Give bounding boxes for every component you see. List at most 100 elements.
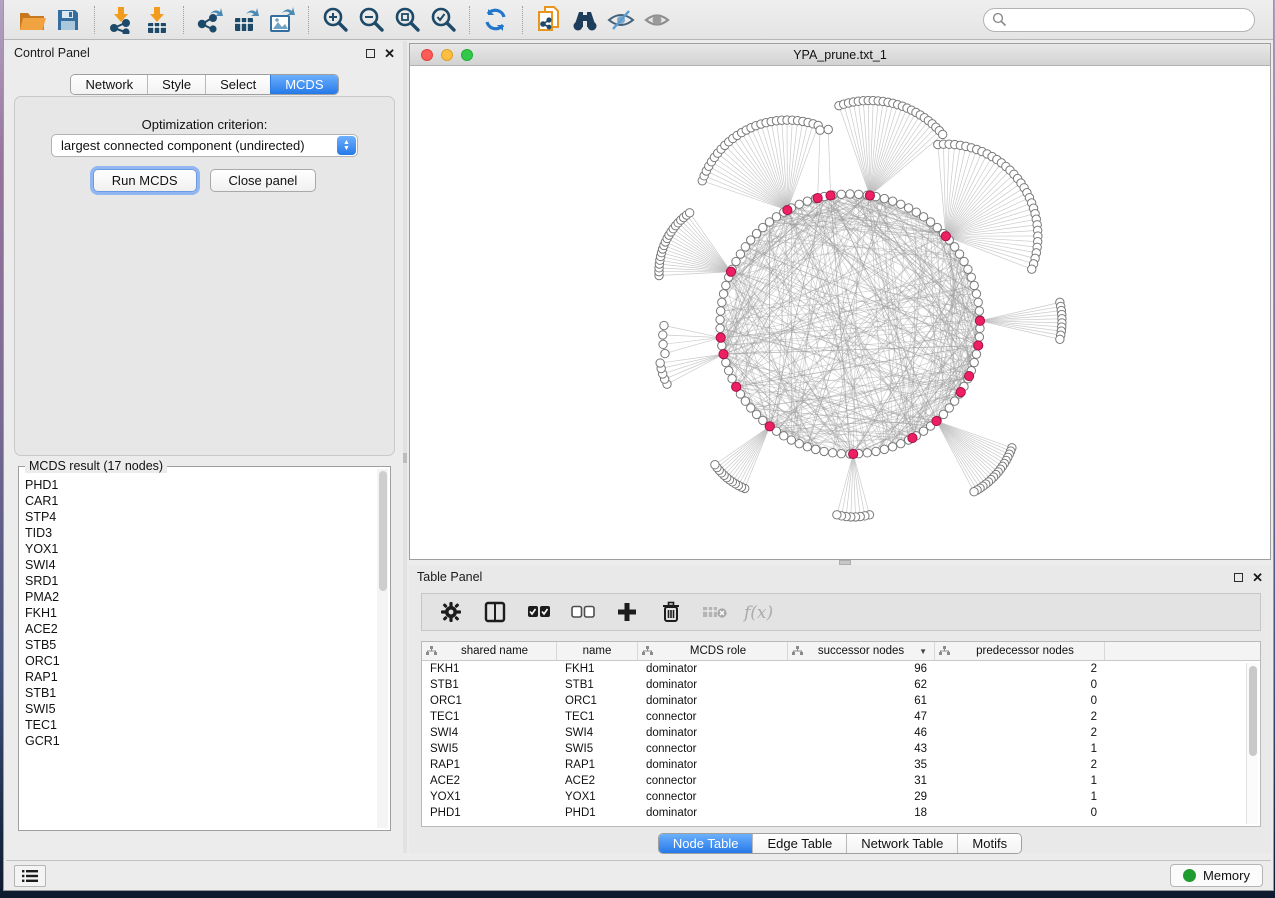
- tab-select[interactable]: Select: [205, 75, 270, 94]
- mcds-result-item[interactable]: ORC1: [25, 653, 376, 669]
- deselect-all-columns-button[interactable]: [566, 598, 600, 626]
- network-canvas[interactable]: [410, 66, 1270, 559]
- table-settings-button[interactable]: [434, 598, 468, 626]
- mcds-result-item[interactable]: ACE2: [25, 621, 376, 637]
- show-all-button[interactable]: [639, 4, 675, 36]
- function-builder-button-disabled: f(x): [742, 598, 776, 626]
- hide-selected-button[interactable]: [603, 4, 639, 36]
- save-session-button[interactable]: [50, 4, 86, 36]
- zoom-in-button[interactable]: [317, 4, 353, 36]
- memory-button[interactable]: Memory: [1170, 864, 1263, 887]
- cell-name: YOX1: [557, 791, 638, 803]
- mcds-result-item[interactable]: YOX1: [25, 541, 376, 557]
- delete-column-button[interactable]: [654, 598, 688, 626]
- import-network-button[interactable]: [103, 4, 139, 36]
- control-panel: Control Panel ✕ NetworkStyleSelectMCDS O…: [6, 41, 403, 853]
- mcds-result-item[interactable]: TEC1: [25, 717, 376, 733]
- mcds-result-item[interactable]: SWI4: [25, 557, 376, 573]
- tab-style[interactable]: Style: [147, 75, 205, 94]
- main-toolbar: [4, 0, 1273, 40]
- search-box[interactable]: [983, 8, 1255, 32]
- mcds-result-item[interactable]: STB5: [25, 637, 376, 653]
- column-header-successor-nodes[interactable]: successor nodes▼: [788, 642, 935, 660]
- import-table-button[interactable]: [139, 4, 175, 36]
- export-table-button[interactable]: [228, 4, 264, 36]
- mcds-result-item[interactable]: FKH1: [25, 605, 376, 621]
- zoom-out-button[interactable]: [353, 4, 389, 36]
- task-history-button[interactable]: [14, 865, 46, 887]
- create-column-button[interactable]: [610, 598, 644, 626]
- mcds-result-item[interactable]: RAP1: [25, 669, 376, 685]
- table-row[interactable]: STB1STB1dominator620: [422, 677, 1260, 693]
- mcds-result-item[interactable]: SRD1: [25, 573, 376, 589]
- column-header-MCDS-role[interactable]: MCDS role: [638, 642, 788, 660]
- export-network-button[interactable]: [192, 4, 228, 36]
- float-panel-icon[interactable]: [1234, 573, 1243, 582]
- memory-status-icon: [1183, 869, 1196, 882]
- network-graph[interactable]: [410, 66, 1270, 559]
- column-header-predecessor-nodes[interactable]: predecessor nodes: [935, 642, 1105, 660]
- cell-MCDS-role: connector: [638, 711, 788, 723]
- search-icon: [992, 12, 1007, 27]
- tab-mcds[interactable]: MCDS: [270, 75, 337, 94]
- cell-shared-name: SWI5: [422, 743, 557, 755]
- cell-MCDS-role: dominator: [638, 807, 788, 819]
- cell-successor-nodes: 47: [788, 711, 935, 723]
- table-row[interactable]: TEC1TEC1connector472: [422, 709, 1260, 725]
- mcds-result-list[interactable]: PHD1CAR1STP4TID3YOX1SWI4SRD1PMA2FKH1ACE2…: [25, 477, 376, 828]
- node-table: shared namenameMCDS rolesuccessor nodes▼…: [421, 641, 1261, 827]
- zoom-selected-icon: [429, 6, 457, 34]
- network-titlebar: YPA_prune.txt_1: [410, 44, 1270, 66]
- run-mcds-button[interactable]: Run MCDS: [93, 169, 197, 192]
- search-input[interactable]: [1007, 11, 1246, 29]
- mcds-result-item[interactable]: CAR1: [25, 493, 376, 509]
- cell-MCDS-role: dominator: [638, 759, 788, 771]
- tab-network[interactable]: Network: [71, 75, 147, 94]
- cell-shared-name: SWI4: [422, 727, 557, 739]
- checked-boxes-icon: [527, 605, 551, 619]
- column-type-icon: [792, 646, 803, 656]
- close-panel-icon[interactable]: ✕: [1252, 573, 1263, 582]
- mcds-result-item[interactable]: GCR1: [25, 733, 376, 749]
- tab-network-table[interactable]: Network Table: [846, 834, 957, 853]
- float-panel-icon[interactable]: [366, 49, 375, 58]
- table-row[interactable]: FKH1FKH1dominator962: [422, 661, 1260, 677]
- mcds-result-item[interactable]: PHD1: [25, 477, 376, 493]
- mcds-result-item[interactable]: SWI5: [25, 701, 376, 717]
- close-panel-button[interactable]: Close panel: [210, 169, 317, 192]
- column-header-name[interactable]: name: [557, 642, 638, 660]
- select-all-columns-button[interactable]: [522, 598, 556, 626]
- mcds-result-item[interactable]: TID3: [25, 525, 376, 541]
- table-scrollbar[interactable]: [1246, 663, 1258, 824]
- tab-edge-table[interactable]: Edge Table: [752, 834, 846, 853]
- mcds-result-item[interactable]: STB1: [25, 685, 376, 701]
- duplicate-network-button[interactable]: [531, 4, 567, 36]
- column-header-shared-name[interactable]: shared name: [422, 642, 557, 660]
- cell-name: STB1: [557, 679, 638, 691]
- table-row[interactable]: YOX1YOX1connector291: [422, 789, 1260, 805]
- cell-predecessor-nodes: 1: [935, 743, 1105, 755]
- cell-predecessor-nodes: 0: [935, 807, 1105, 819]
- table-row[interactable]: SWI4SWI4dominator462: [422, 725, 1260, 741]
- open-session-button[interactable]: [14, 4, 50, 36]
- export-image-button[interactable]: [264, 4, 300, 36]
- apply-layout-button[interactable]: [478, 4, 514, 36]
- close-panel-icon[interactable]: ✕: [384, 49, 395, 58]
- mcds-result-item[interactable]: STP4: [25, 509, 376, 525]
- tab-node-table[interactable]: Node Table: [659, 834, 753, 853]
- table-row[interactable]: RAP1RAP1dominator352: [422, 757, 1260, 773]
- first-neighbors-button[interactable]: [567, 4, 603, 36]
- table-row[interactable]: PHD1PHD1dominator180: [422, 805, 1260, 821]
- table-row[interactable]: ORC1ORC1dominator610: [422, 693, 1260, 709]
- zoom-selected-button[interactable]: [425, 4, 461, 36]
- mcds-result-item[interactable]: PMA2: [25, 589, 376, 605]
- zoom-fit-button[interactable]: [389, 4, 425, 36]
- criterion-dropdown[interactable]: largest connected component (undirected)…: [51, 134, 358, 157]
- cell-name: ACE2: [557, 775, 638, 787]
- table-row[interactable]: SWI5SWI5connector431: [422, 741, 1260, 757]
- mcds-list-scrollbar[interactable]: [377, 469, 388, 828]
- cell-successor-nodes: 35: [788, 759, 935, 771]
- table-row[interactable]: ACE2ACE2connector311: [422, 773, 1260, 789]
- tab-motifs[interactable]: Motifs: [957, 834, 1021, 853]
- show-columns-button[interactable]: [478, 598, 512, 626]
